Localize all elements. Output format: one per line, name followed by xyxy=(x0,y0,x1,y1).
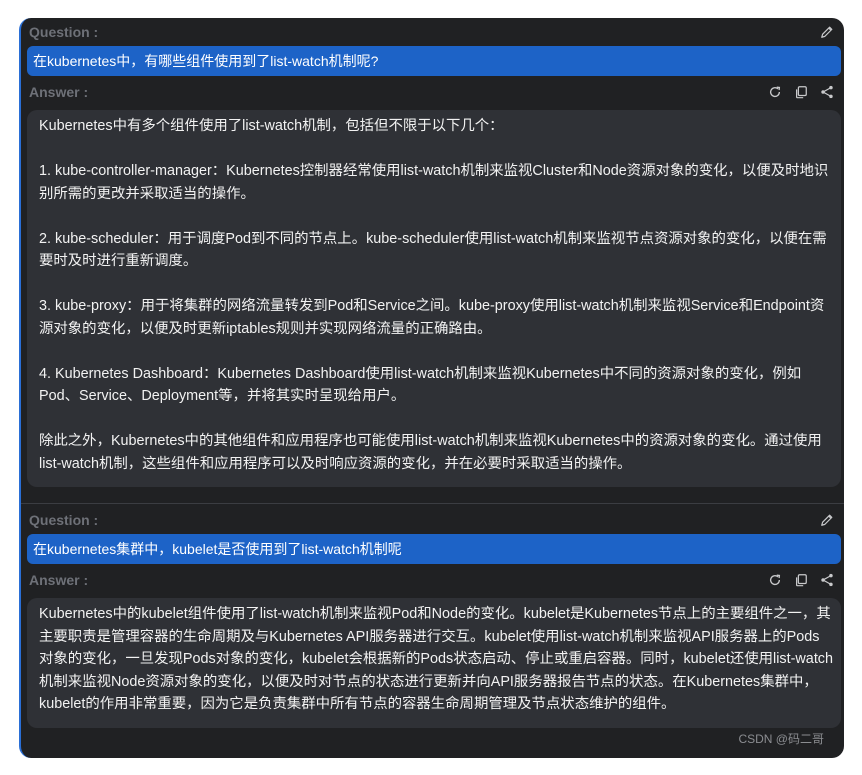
answer-paragraph: 除此之外，Kubernetes中的其他组件和应用程序也可能使用list-watc… xyxy=(39,433,822,472)
refresh-icon[interactable] xyxy=(768,85,782,99)
answer-text: Kubernetes中有多个组件使用了list-watch机制，包括但不限于以下… xyxy=(27,110,841,487)
answer-header: Answer : xyxy=(21,566,844,594)
answer-label: Answer : xyxy=(29,84,89,100)
copy-icon[interactable] xyxy=(794,573,808,587)
answer-paragraph: 2. kube-scheduler：用于调度Pod到不同的节点上。kube-sc… xyxy=(39,230,827,270)
answer-label: Answer : xyxy=(29,572,89,588)
qa-block: Question : 在kubernetes中，有哪些组件使用到了list-wa… xyxy=(21,18,844,487)
answer-header: Answer : xyxy=(21,78,844,106)
answer-paragraph: 4. Kubernetes Dashboard：Kubernetes Dashb… xyxy=(39,365,802,405)
question-text: 在kubernetes中，有哪些组件使用到了list-watch机制呢? xyxy=(27,46,841,76)
question-text: 在kubernetes集群中，kubelet是否使用到了list-watch机制… xyxy=(27,534,841,564)
answer-paragraph: Kubernetes中有多个组件使用了list-watch机制，包括但不限于以下… xyxy=(39,118,504,134)
question-label: Question : xyxy=(29,24,99,40)
answer-paragraph: 1. kube-controller-manager：Kubernetes控制器… xyxy=(39,163,829,202)
answer-paragraph: Kubernetes中的kubelet组件使用了list-watch机制来监视P… xyxy=(39,606,834,712)
share-icon[interactable] xyxy=(820,85,834,99)
pencil-icon[interactable] xyxy=(820,25,834,39)
chat-window: Question : 在kubernetes中，有哪些组件使用到了list-wa… xyxy=(19,18,844,758)
qa-block: Question : 在kubernetes集群中，kubelet是否使用到了l… xyxy=(21,506,844,728)
share-icon[interactable] xyxy=(820,573,834,587)
question-label: Question : xyxy=(29,512,99,528)
answer-text: Kubernetes中的kubelet组件使用了list-watch机制来监视P… xyxy=(27,598,841,728)
watermark: CSDN @码二哥 xyxy=(738,732,824,746)
refresh-icon[interactable] xyxy=(768,573,782,587)
question-header: Question : xyxy=(21,506,844,534)
question-header: Question : xyxy=(21,18,844,46)
answer-paragraph: 3. kube-proxy：用于将集群的网络流量转发到Pod和Service之间… xyxy=(39,298,825,337)
section-divider xyxy=(21,503,844,504)
copy-icon[interactable] xyxy=(794,85,808,99)
pencil-icon[interactable] xyxy=(820,513,834,527)
